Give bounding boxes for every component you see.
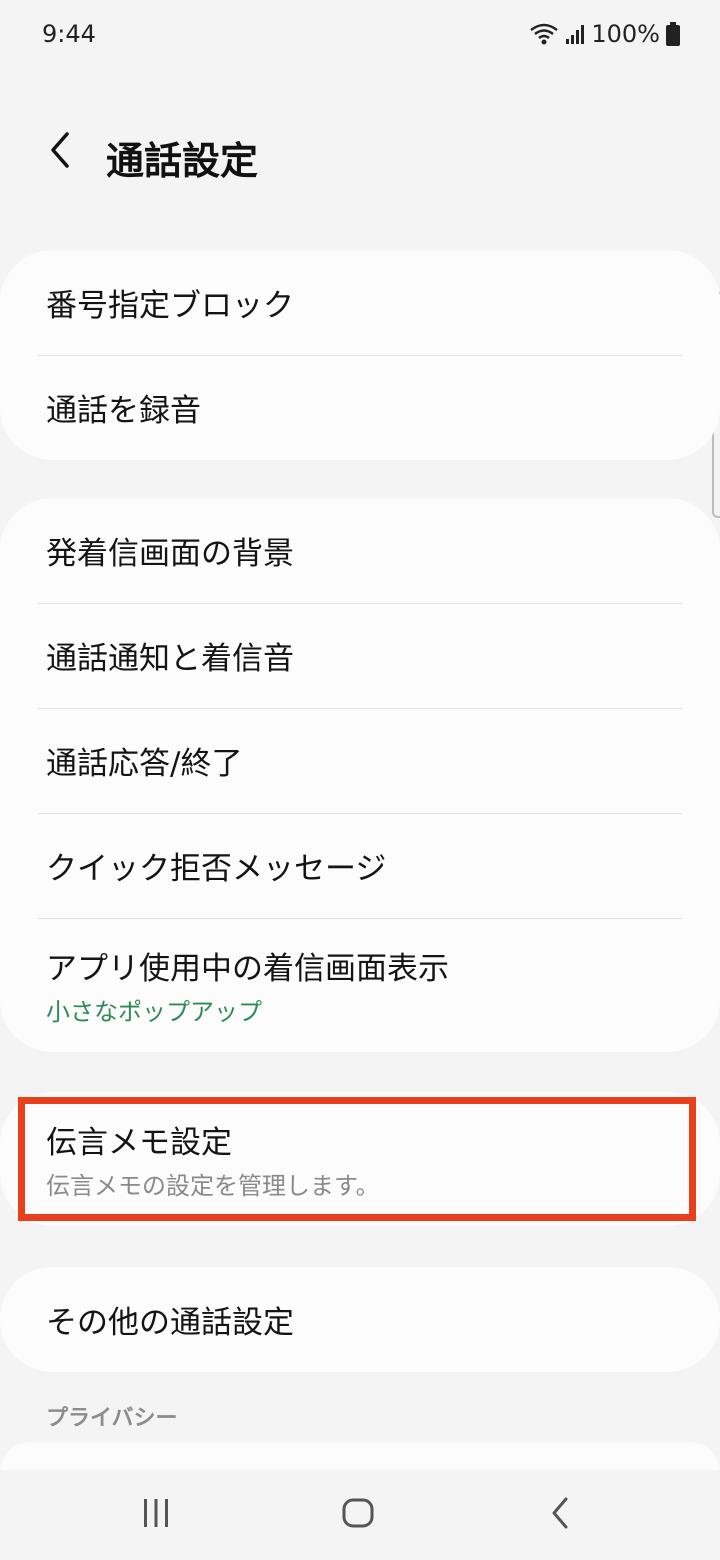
item-label: 通話を録音	[46, 393, 201, 429]
list-item-answer-end[interactable]: 通話応答/終了	[0, 708, 720, 813]
item-label: アプリ使用中の着信画面表示	[46, 951, 449, 987]
section-header-privacy: プライバシー	[46, 1406, 178, 1431]
list-item-quick-decline[interactable]: クイック拒否メッセージ	[0, 813, 720, 918]
battery-icon	[666, 22, 680, 46]
home-button[interactable]	[328, 1492, 388, 1538]
item-label: 発着信画面の背景	[46, 536, 294, 572]
item-label: 番号指定ブロック	[46, 288, 294, 324]
list-item-block-numbers[interactable]: 番号指定ブロック	[0, 250, 720, 355]
item-sublabel: 小さなポップアップ	[46, 998, 262, 1026]
settings-card-4: その他の通話設定	[0, 1267, 720, 1372]
back-button[interactable]	[30, 122, 90, 182]
item-label: クイック拒否メッセージ	[46, 851, 387, 887]
list-item-call-background[interactable]: 発着信画面の背景	[0, 498, 720, 603]
settings-card-1: 番号指定ブロック 通話を録音	[0, 250, 720, 460]
battery-percent: 100%	[591, 20, 660, 48]
recents-button[interactable]	[126, 1492, 186, 1538]
signal-icon	[565, 23, 585, 45]
back-icon	[548, 1496, 572, 1534]
nav-back-button[interactable]	[530, 1492, 590, 1538]
wifi-icon	[529, 22, 559, 46]
home-icon	[341, 1497, 375, 1533]
highlight-box	[18, 1097, 696, 1221]
page-title: 通話設定	[106, 139, 259, 183]
list-item-notifications-ringtone[interactable]: 通話通知と着信音	[0, 603, 720, 708]
status-bar: 9:44 100%	[0, 0, 720, 70]
item-label: 通話応答/終了	[46, 746, 243, 782]
settings-card-2: 発着信画面の背景 通話通知と着信音 通話応答/終了 クイック拒否メッセージ アプ…	[0, 498, 720, 1052]
list-item-incoming-call-display[interactable]: アプリ使用中の着信画面表示 小さなポップアップ	[0, 918, 720, 1052]
recents-icon	[141, 1497, 171, 1533]
status-icons: 100%	[529, 20, 680, 48]
item-label: 通話通知と着信音	[46, 641, 294, 677]
chevron-left-icon	[45, 130, 75, 174]
navigation-bar	[0, 1470, 720, 1560]
list-item-call-recording[interactable]: 通話を録音	[0, 355, 720, 460]
status-time: 9:44	[42, 20, 96, 48]
list-item-other-call-settings[interactable]: その他の通話設定	[0, 1267, 720, 1372]
header: 通話設定	[0, 100, 720, 210]
item-label: その他の通話設定	[46, 1305, 294, 1341]
